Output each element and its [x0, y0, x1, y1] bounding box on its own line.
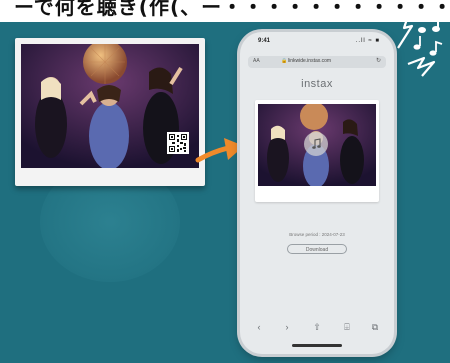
status-bar: 9:41 ..ll ≈ ■ [240, 32, 394, 52]
home-indicator[interactable] [292, 344, 342, 347]
music-notes-icon [397, 12, 443, 77]
qr-code-icon [169, 134, 187, 152]
reload-icon[interactable]: ↻ [376, 57, 381, 64]
tabs-icon[interactable]: ⧉ [368, 320, 382, 334]
download-button[interactable]: Download [287, 244, 347, 254]
photo-card [255, 100, 379, 202]
share-icon[interactable]: ⇧ [310, 320, 324, 334]
browser-toolbar: ‹ › ⇧ ⌹ ⧉ [240, 318, 394, 336]
top-caption-strip: ーで何を聴き(作(、ー・・・・・・・・・・・ [0, 0, 450, 22]
browse-period-text: Browse period : 2024-07-23 [289, 232, 345, 237]
card-photo [258, 104, 376, 186]
text-size-button[interactable]: AA [253, 58, 260, 64]
instax-print [15, 38, 205, 186]
url-text[interactable]: linkwide.instax.com [288, 58, 331, 64]
browser-url-bar[interactable]: AA 🔒 linkwide.instax.com ↻ [248, 56, 386, 68]
back-icon[interactable]: ‹ [252, 320, 266, 334]
caption-text: ーで何を聴き(作(、ー・・・・・・・・・・・ [14, 0, 450, 19]
status-icons: ..ll ≈ ■ [355, 38, 380, 44]
bookmarks-icon[interactable]: ⌹ [340, 320, 354, 334]
illustration-stage: 9:41 ..ll ≈ ■ AA 🔒 linkwide.instax.com ↻… [0, 12, 450, 363]
status-time: 9:41 [258, 38, 271, 44]
smartphone-mockup: 9:41 ..ll ≈ ■ AA 🔒 linkwide.instax.com ↻… [240, 32, 394, 354]
instax-logo: instax [301, 78, 333, 90]
music-note-icon [312, 138, 321, 149]
play-audio-button[interactable] [304, 132, 328, 156]
qr-code [167, 132, 189, 154]
forward-icon[interactable]: › [280, 320, 294, 334]
lock-icon: 🔒 [281, 58, 288, 64]
